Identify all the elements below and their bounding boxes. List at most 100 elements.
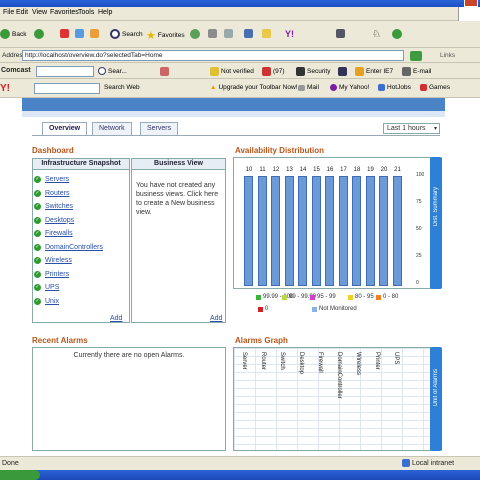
messages-button[interactable]: (97) xyxy=(262,67,285,76)
comcast-search-input[interactable] xyxy=(36,66,94,77)
menu-favorites[interactable]: Favorites xyxy=(50,9,79,16)
infra-item[interactable]: ✓ Firewalls xyxy=(34,230,73,237)
start-button[interactable] xyxy=(0,470,40,480)
availability-bar[interactable] xyxy=(284,176,294,286)
menu-view[interactable]: View xyxy=(32,9,47,16)
infra-item-label[interactable]: DomainControllers xyxy=(45,244,103,251)
mail-button[interactable] xyxy=(208,29,217,38)
security-button[interactable]: Security xyxy=(296,67,330,76)
infra-item-label[interactable]: Unix xyxy=(45,298,59,305)
menu-tools[interactable]: Tools xyxy=(78,9,94,16)
infra-item-label[interactable]: Servers xyxy=(45,176,69,183)
alarm-category-header: DomainController xyxy=(336,352,342,399)
infra-item[interactable]: ✓ Routers xyxy=(34,189,70,197)
tab-overview[interactable]: Overview xyxy=(42,122,88,135)
close-window-button[interactable] xyxy=(464,0,478,7)
unit-of-alarms-tab[interactable]: Unit of Alarms xyxy=(430,347,442,451)
time-range-select[interactable]: Last 1 hours ▾ xyxy=(383,123,440,134)
printer-icon xyxy=(224,29,233,38)
discuss-button[interactable] xyxy=(336,29,345,38)
infra-add-link[interactable]: Add xyxy=(110,315,122,322)
back-button[interactable]: Back xyxy=(0,29,26,39)
dist-summary-label: Dist. Summary xyxy=(433,187,439,227)
go-button[interactable] xyxy=(410,51,422,61)
yahoo-search-input[interactable] xyxy=(34,83,100,94)
infra-item[interactable]: ✓ Servers xyxy=(34,176,69,183)
business-view-add-link[interactable]: Add xyxy=(210,315,222,322)
availability-bar[interactable] xyxy=(379,176,388,286)
links-button[interactable]: Links xyxy=(440,52,455,59)
infra-item[interactable]: ✓ Desktops xyxy=(34,216,74,224)
hour-label: 13 xyxy=(286,167,293,173)
infra-item-label[interactable]: Routers xyxy=(45,190,70,197)
infra-item[interactable]: ✓ Printers xyxy=(34,270,69,278)
infra-item[interactable]: ✓ Unix xyxy=(34,297,59,305)
forward-button[interactable] xyxy=(34,29,44,39)
search-button[interactable]: Search xyxy=(110,29,143,39)
messenger-button[interactable]: ♘ xyxy=(372,29,381,40)
menu-edit[interactable]: Edit xyxy=(16,9,28,16)
chevron-down-icon: ▾ xyxy=(433,126,437,132)
my-yahoo-button[interactable]: My Yahoo! xyxy=(330,84,369,91)
yahoo-button[interactable]: Y! xyxy=(285,29,294,39)
shield-icon xyxy=(338,67,347,76)
infra-item[interactable]: ✓ UPS xyxy=(34,284,59,291)
business-view-message[interactable]: You have not created any business views.… xyxy=(136,181,224,217)
stop-button[interactable] xyxy=(60,29,69,38)
enter-ie7-button[interactable]: Enter IE7 xyxy=(355,67,393,76)
availability-bar[interactable] xyxy=(392,176,402,286)
availability-bar[interactable] xyxy=(298,176,307,286)
address-input[interactable]: http://localhost/overview.do?selectedTab… xyxy=(22,50,404,61)
search-web-button[interactable]: Search Web xyxy=(104,84,140,91)
availability-bar[interactable] xyxy=(257,176,267,286)
research-button[interactable] xyxy=(392,29,402,39)
availability-bar[interactable] xyxy=(244,176,253,286)
email-button[interactable]: E-mail xyxy=(402,67,431,76)
infra-item[interactable]: ✓ DomainControllers xyxy=(34,243,103,251)
not-verified-button[interactable]: Not verified xyxy=(210,67,254,76)
history-button[interactable] xyxy=(190,29,200,39)
tab-servers[interactable]: Servers xyxy=(140,122,179,135)
yahoo-icon: Y! xyxy=(285,29,294,39)
security-icon xyxy=(296,67,305,76)
infra-item-label[interactable]: Printers xyxy=(45,271,69,278)
availability-bar[interactable] xyxy=(271,176,280,286)
infra-item-label[interactable]: UPS xyxy=(45,284,59,291)
infra-item-label[interactable]: Switches xyxy=(45,203,73,210)
upgrade-toolbar-button[interactable]: ▲ Upgrade your Toolbar Now! xyxy=(210,84,297,91)
dist-summary-tab[interactable]: Dist. Summary xyxy=(430,157,442,289)
availability-bar[interactable] xyxy=(338,176,348,286)
shield-button[interactable] xyxy=(338,67,347,76)
infra-item-label[interactable]: Desktops xyxy=(45,217,74,224)
hour-label: 20 xyxy=(380,167,388,173)
edit-button[interactable] xyxy=(244,29,253,38)
infra-item[interactable]: ✓ Wireless xyxy=(34,257,72,264)
infra-item-label[interactable]: Firewalls xyxy=(45,230,73,237)
tab-network[interactable]: Network xyxy=(92,122,132,135)
tools-button[interactable] xyxy=(160,67,169,76)
windows-logo-icon xyxy=(458,7,480,21)
legend-swatch xyxy=(376,294,381,300)
hotjobs-button[interactable]: HotJobs xyxy=(378,84,411,91)
home-button[interactable] xyxy=(90,29,99,38)
menu-help[interactable]: Help xyxy=(98,9,112,16)
favorites-button[interactable]: ★ Favorites xyxy=(146,29,185,42)
hour-label: 16 xyxy=(326,167,334,173)
availability-bar[interactable] xyxy=(365,176,375,286)
y-tick-label: 25 xyxy=(416,253,422,259)
availability-bar[interactable] xyxy=(325,176,334,286)
refresh-button[interactable] xyxy=(75,29,84,38)
hour-label: 14 xyxy=(299,167,307,173)
folder-button[interactable] xyxy=(262,29,271,38)
availability-bar[interactable] xyxy=(352,176,361,286)
infra-item-label[interactable]: Wireless xyxy=(45,257,72,264)
infra-item[interactable]: ✓ Switches xyxy=(34,203,73,210)
mail-button-yahoo[interactable]: Mail xyxy=(298,84,319,91)
menu-file[interactable]: File xyxy=(3,9,14,16)
legend-swatch xyxy=(310,294,315,300)
games-button[interactable]: Games xyxy=(420,84,450,91)
comcast-search-button[interactable]: Sear... xyxy=(98,67,127,75)
print-button[interactable] xyxy=(224,29,233,38)
legend-item: 95 - 99 xyxy=(310,294,336,300)
availability-bar[interactable] xyxy=(311,176,321,286)
